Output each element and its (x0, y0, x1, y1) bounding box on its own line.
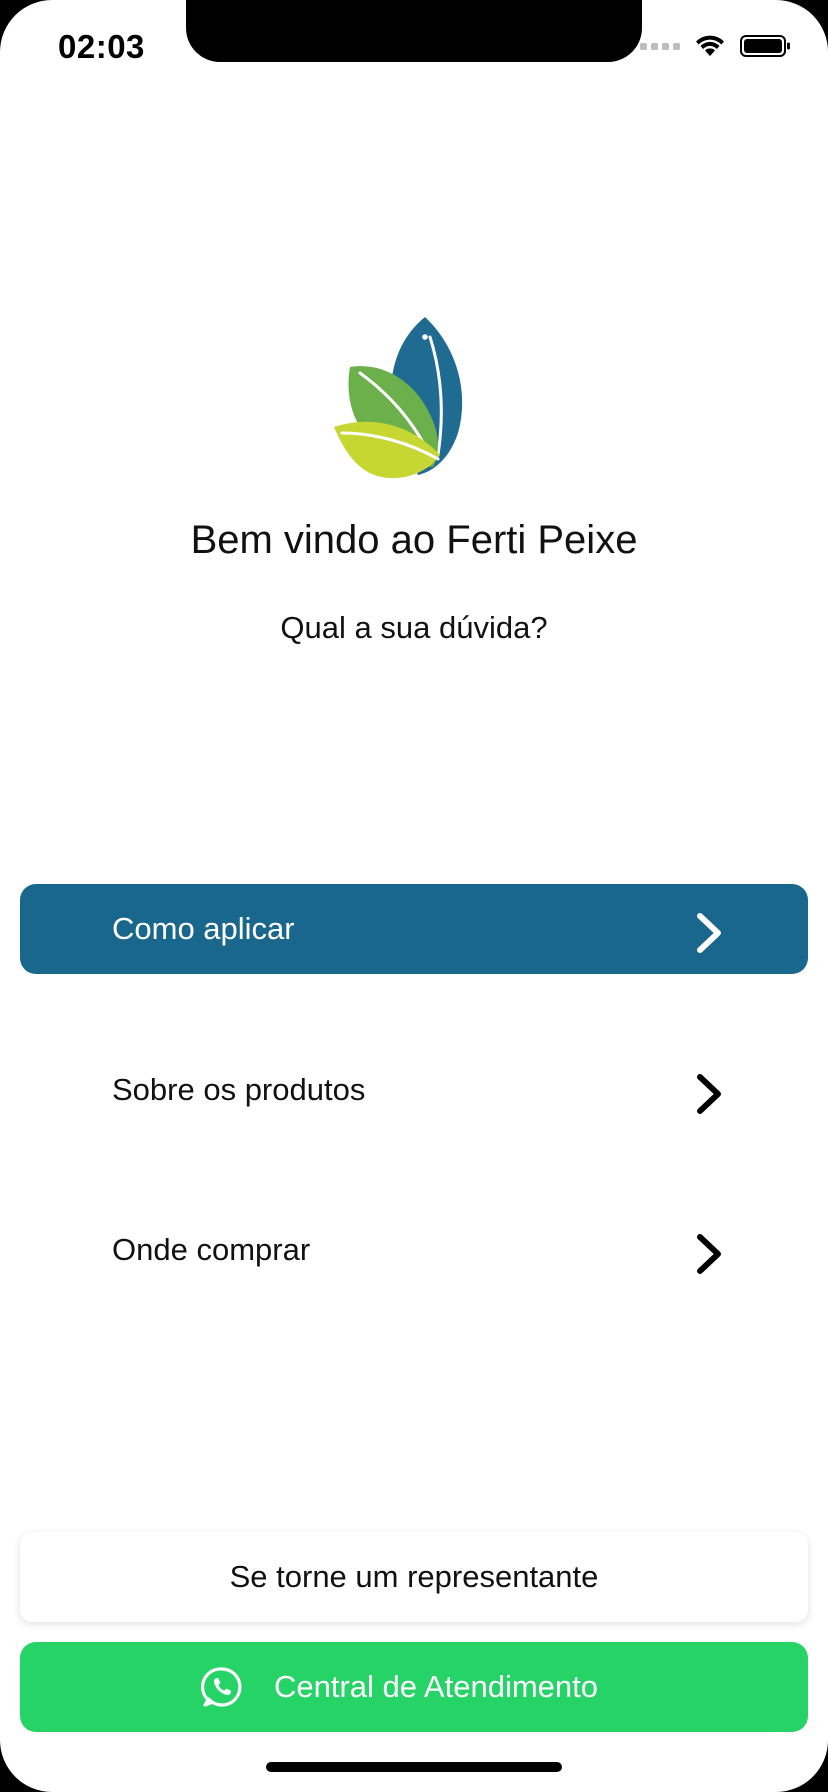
menu-item-onde-comprar[interactable]: Onde comprar (20, 1205, 808, 1295)
menu-item-label: Onde comprar (112, 1232, 311, 1267)
app-screen: 02:03 Bem vindo ao Ferti Peixe Qual a su… (0, 0, 828, 1792)
chevron-right-icon (697, 1074, 721, 1114)
support-center-button[interactable]: Central de Atendimento (20, 1642, 808, 1732)
status-time: 02:03 (58, 28, 145, 65)
support-center-label: Central de Atendimento (274, 1669, 598, 1704)
cellular-signal-icon (640, 42, 680, 50)
question-subtitle: Qual a sua dúvida? (280, 610, 548, 645)
become-representative-button[interactable]: Se torne um representante (20, 1532, 808, 1622)
ferti-peixe-logo (334, 317, 463, 479)
status-icons (640, 34, 792, 58)
menu-item-como-aplicar[interactable]: Como aplicar (20, 884, 808, 974)
whatsapp-icon (201, 1667, 242, 1707)
chevron-right-icon (697, 913, 721, 953)
home-indicator[interactable] (266, 1762, 562, 1772)
menu-item-label: Sobre os produtos (112, 1072, 366, 1107)
menu-item-label: Como aplicar (112, 911, 295, 946)
chevron-right-icon (697, 1234, 721, 1274)
menu-item-sobre-os-produtos[interactable]: Sobre os produtos (20, 1045, 808, 1135)
wifi-icon (696, 35, 724, 56)
device-notch (186, 0, 642, 62)
welcome-title: Bem vindo ao Ferti Peixe (190, 518, 638, 562)
battery-icon (740, 35, 790, 57)
